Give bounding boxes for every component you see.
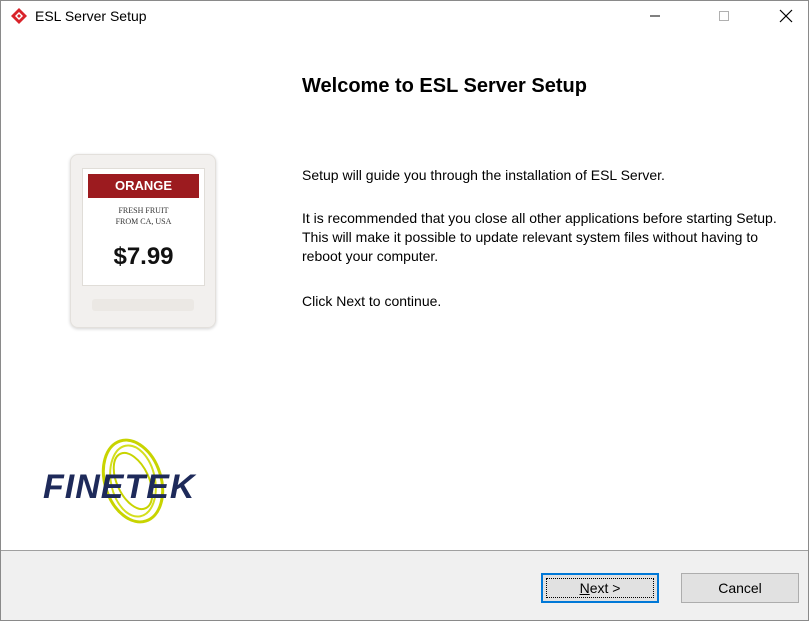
price-tag-screen: ORANGE FRESH FRUIT FROM CA, USA $7.99 <box>82 168 205 286</box>
minimize-button[interactable] <box>632 1 678 31</box>
finetek-logo: FINETEK <box>39 434 245 534</box>
price-tag-banner: ORANGE <box>88 174 199 198</box>
recommendation-paragraph: It is recommended that you close all oth… <box>302 210 777 264</box>
continue-paragraph: Click Next to continue. <box>302 293 442 309</box>
intro-paragraph: Setup will guide you through the install… <box>302 167 665 183</box>
price-tag-bezel <box>92 299 194 311</box>
welcome-title: Welcome to ESL Server Setup <box>302 75 587 97</box>
cancel-button[interactable]: Cancel <box>681 573 799 603</box>
maximize-button[interactable] <box>701 1 747 31</box>
close-icon <box>779 9 793 23</box>
wizard-footer: Next > Cancel <box>1 551 808 620</box>
price-tag-line2: FROM CA, USA <box>115 217 172 226</box>
minimize-icon <box>650 15 660 17</box>
price-tag-line1: FRESH FRUIT <box>118 206 169 215</box>
title-bar[interactable]: ESL Server Setup <box>1 1 808 31</box>
close-button[interactable] <box>763 1 808 31</box>
price-tag-image: ORANGE FRESH FRUIT FROM CA, USA $7.99 <box>70 154 216 328</box>
window-title: ESL Server Setup <box>35 8 147 24</box>
focus-rectangle <box>546 578 654 598</box>
maximize-icon <box>719 11 729 21</box>
next-button[interactable]: Next > <box>541 573 659 603</box>
price-tag-price: $7.99 <box>113 243 174 270</box>
app-icon <box>11 8 27 24</box>
setup-window: ESL Server Setup ORANGE FRESH FRUIT FROM… <box>0 0 809 621</box>
logo-wordmark: FINETEK <box>43 468 196 506</box>
wizard-content: ORANGE FRESH FRUIT FROM CA, USA $7.99 We… <box>1 31 808 550</box>
